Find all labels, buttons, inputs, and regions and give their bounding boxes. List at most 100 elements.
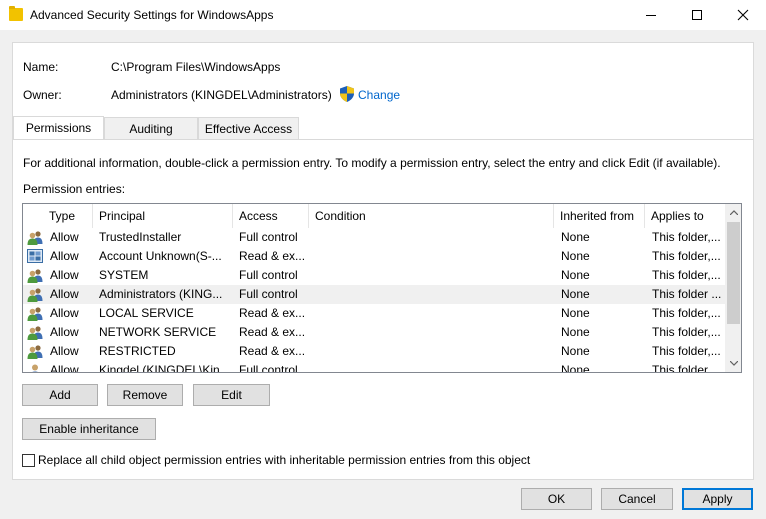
title-bar: Advanced Security Settings for WindowsAp… bbox=[0, 0, 766, 30]
cell-access: Read & ex... bbox=[239, 249, 306, 263]
table-row[interactable]: Allow SYSTEM Full control None This folder,.… bbox=[23, 266, 725, 285]
table-row[interactable]: Allow LOCAL SERVICE Read & ex... None This f… bbox=[23, 304, 725, 323]
tab-auditing[interactable]: Auditing bbox=[104, 117, 198, 139]
cell-type: Allow bbox=[50, 268, 79, 282]
permission-entries-label: Permission entries: bbox=[23, 182, 126, 196]
cell-type: Allow bbox=[50, 325, 79, 339]
unknown-account-icon bbox=[27, 249, 43, 264]
cell-applies-to: This folder,... bbox=[652, 325, 721, 339]
cell-condition bbox=[315, 361, 551, 372]
cell-condition bbox=[315, 228, 551, 247]
remove-button[interactable]: Remove bbox=[107, 384, 183, 406]
window-title: Advanced Security Settings for WindowsAp… bbox=[30, 8, 274, 22]
cell-principal: Administrators (KING... bbox=[99, 287, 223, 301]
tab-divider bbox=[13, 139, 754, 140]
cell-type: Allow bbox=[50, 249, 79, 263]
column-header-access[interactable]: Access bbox=[233, 204, 309, 228]
minimize-icon bbox=[646, 14, 656, 16]
group-icon bbox=[27, 306, 43, 321]
cell-inherited-from: None bbox=[561, 230, 590, 244]
cell-inherited-from: None bbox=[561, 268, 590, 282]
ok-button[interactable]: OK bbox=[521, 488, 592, 510]
cell-inherited-from: None bbox=[561, 287, 590, 301]
cell-condition bbox=[315, 266, 551, 285]
cell-applies-to: This folder,... bbox=[652, 230, 721, 244]
cell-applies-to: This folder,... bbox=[652, 344, 721, 358]
cell-access: Full control bbox=[239, 230, 298, 244]
owner-value: Administrators (KINGDEL\Administrators) bbox=[111, 88, 332, 102]
column-header-inherited-from[interactable]: Inherited from bbox=[554, 204, 645, 228]
cell-type: Allow bbox=[50, 287, 79, 301]
table-row[interactable]: Allow TrustedInstaller Full control None Thi… bbox=[23, 228, 725, 247]
cell-access: Full control bbox=[239, 363, 298, 373]
table-row[interactable]: Allow Account Unknown(S-... Read & ex... No… bbox=[23, 247, 725, 266]
cancel-button[interactable]: Cancel bbox=[601, 488, 673, 510]
cell-applies-to: This folder,... bbox=[652, 306, 721, 320]
table-row[interactable]: Allow NETWORK SERVICE Read & ex... None This… bbox=[23, 323, 725, 342]
apply-button[interactable]: Apply bbox=[682, 488, 753, 510]
column-header-principal[interactable]: Principal bbox=[93, 204, 233, 228]
cell-access: Read & ex... bbox=[239, 325, 306, 339]
cell-inherited-from: None bbox=[561, 344, 590, 358]
uac-shield-icon bbox=[340, 86, 354, 102]
cell-condition bbox=[315, 285, 551, 304]
permission-entries-list[interactable]: Type Principal Access Condition Inherite… bbox=[22, 203, 742, 373]
cell-condition bbox=[315, 247, 551, 266]
close-button[interactable] bbox=[720, 0, 766, 30]
cell-inherited-from: None bbox=[561, 249, 590, 263]
cell-principal: NETWORK SERVICE bbox=[99, 325, 217, 339]
tab-permissions[interactable]: Permissions bbox=[13, 116, 104, 139]
cell-type: Allow bbox=[50, 306, 79, 320]
cell-principal: TrustedInstaller bbox=[99, 230, 182, 244]
name-value: C:\Program Files\WindowsApps bbox=[111, 60, 281, 74]
edit-button[interactable]: Edit bbox=[193, 384, 270, 406]
table-row[interactable]: Allow RESTRICTED Read & ex... None This fold… bbox=[23, 342, 725, 361]
cell-access: Full control bbox=[239, 287, 298, 301]
cell-access: Full control bbox=[239, 268, 298, 282]
cell-condition bbox=[315, 304, 551, 323]
cell-condition bbox=[315, 323, 551, 342]
group-icon bbox=[27, 344, 43, 359]
cell-condition bbox=[315, 342, 551, 361]
cell-inherited-from: None bbox=[561, 325, 590, 339]
table-row[interactable]: Allow Administrators (KING... Full control… bbox=[23, 285, 725, 304]
maximize-button[interactable] bbox=[674, 0, 720, 30]
user-icon bbox=[27, 363, 43, 372]
cell-applies-to: This folder ... bbox=[652, 363, 722, 373]
cell-access: Read & ex... bbox=[239, 306, 306, 320]
scrollbar-thumb[interactable] bbox=[727, 222, 740, 324]
owner-label: Owner: bbox=[23, 88, 62, 102]
replace-child-permissions-checkbox[interactable] bbox=[22, 454, 35, 467]
cell-principal: RESTRICTED bbox=[99, 344, 176, 358]
scroll-down-arrow-icon[interactable] bbox=[725, 355, 741, 372]
folder-icon bbox=[9, 6, 23, 21]
tab-effective-access[interactable]: Effective Access bbox=[198, 117, 299, 139]
maximize-icon bbox=[692, 10, 702, 20]
column-header-applies-to[interactable]: Applies to bbox=[645, 204, 725, 228]
group-icon bbox=[27, 268, 43, 283]
cell-principal: Kingdel (KINGDEL\Kin... bbox=[99, 363, 230, 373]
cell-applies-to: This folder,... bbox=[652, 249, 721, 263]
add-button[interactable]: Add bbox=[22, 384, 98, 406]
column-header-condition[interactable]: Condition bbox=[309, 204, 554, 228]
cell-inherited-from: None bbox=[561, 363, 590, 373]
cell-principal: SYSTEM bbox=[99, 268, 149, 282]
change-owner-link[interactable]: Change bbox=[358, 88, 400, 102]
cell-applies-to: This folder,... bbox=[652, 268, 721, 282]
cell-principal: Account Unknown(S-... bbox=[99, 249, 222, 263]
cell-principal: LOCAL SERVICE bbox=[99, 306, 194, 320]
close-icon bbox=[737, 9, 749, 21]
list-header: Type Principal Access Condition Inherite… bbox=[23, 204, 725, 228]
minimize-button[interactable] bbox=[628, 0, 674, 30]
cell-type: Allow bbox=[50, 344, 79, 358]
column-header-type[interactable]: Type bbox=[43, 204, 93, 228]
scroll-up-arrow-icon[interactable] bbox=[725, 204, 741, 221]
vertical-scrollbar[interactable] bbox=[725, 204, 741, 372]
group-icon bbox=[27, 325, 43, 340]
replace-child-permissions-label[interactable]: Replace all child object permission entr… bbox=[38, 453, 530, 467]
enable-inheritance-button[interactable]: Enable inheritance bbox=[22, 418, 156, 440]
cell-type: Allow bbox=[50, 363, 79, 373]
info-text: For additional information, double-click… bbox=[23, 156, 721, 170]
cell-applies-to: This folder ... bbox=[652, 287, 722, 301]
table-row[interactable]: Allow Kingdel (KINGDEL\Kin... Full control… bbox=[23, 361, 725, 373]
